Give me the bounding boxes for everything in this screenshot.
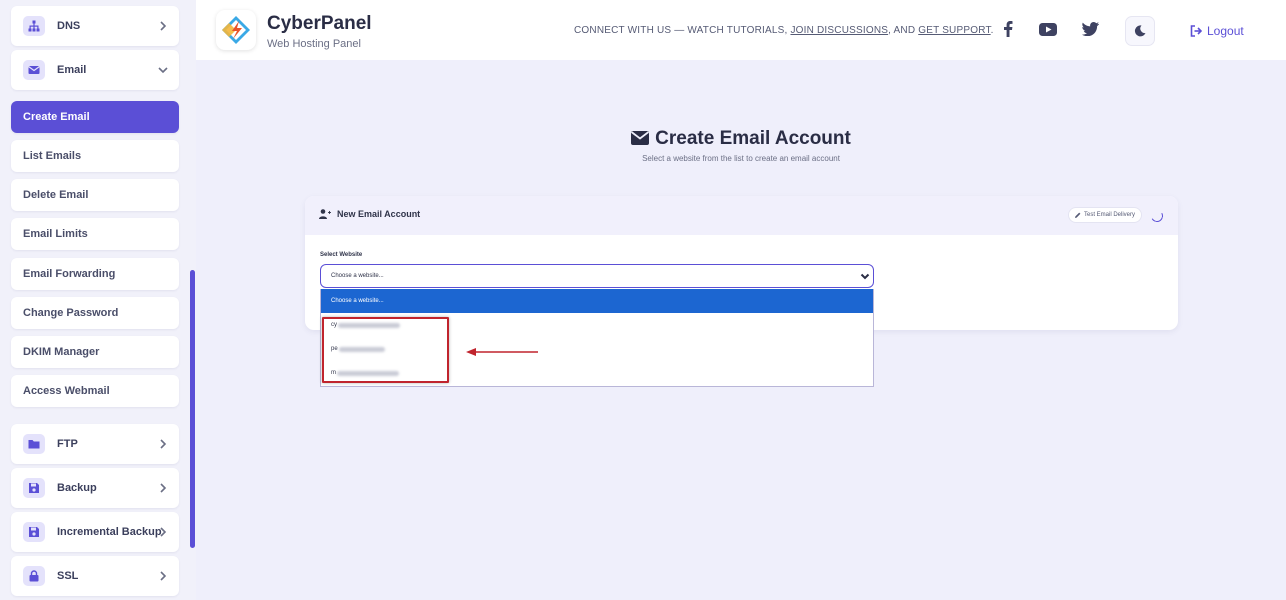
theme-toggle-button[interactable] [1125, 16, 1155, 46]
user-plus-icon [319, 209, 331, 219]
sidebar-item-label: Backup [57, 482, 97, 494]
cyberpanel-logo[interactable] [216, 10, 256, 50]
sidebar-item-create-email[interactable]: Create Email [11, 101, 179, 133]
envelope-icon [631, 131, 650, 145]
sidebar-item-delete-email[interactable]: Delete Email [11, 179, 179, 211]
twitter-icon[interactable] [1081, 20, 1099, 38]
save-icon [23, 478, 45, 498]
sidebar-item-label: Incremental Backup [57, 526, 162, 538]
select-current-value: Choose a website... [331, 273, 384, 279]
sidebar-item-ssl[interactable]: SSL [11, 556, 179, 596]
sitemap-icon [23, 16, 45, 36]
card-title: New Email Account [319, 209, 420, 219]
card-title-text: New Email Account [337, 209, 421, 219]
sidebar-item-backup[interactable]: Backup [11, 468, 179, 508]
brand-name: CyberPanel [267, 13, 372, 34]
chevron-right-icon [158, 439, 168, 449]
sidebar-item-list-emails[interactable]: List Emails [11, 140, 179, 172]
sidebar-item-label: SSL [57, 570, 79, 582]
sidebar-item-change-password[interactable]: Change Password [11, 297, 179, 329]
option-label: Choose a website... [331, 298, 384, 304]
sidebar: DNS Email Create Email List Emails Delet… [0, 0, 196, 600]
card-header: New Email Account Test Email Delivery [305, 196, 1178, 235]
get-support-link[interactable]: GET SUPPORT [918, 25, 990, 36]
select-website-dropdown[interactable]: Choose a website... [320, 264, 874, 288]
sidebar-item-label: List Emails [23, 150, 82, 162]
page-title: Create Email Account [196, 128, 1286, 150]
sidebar-item-label: Delete Email [23, 189, 89, 201]
chevron-right-icon [158, 483, 168, 493]
top-header: CyberPanel Web Hosting Panel CONNECT WIT… [196, 0, 1286, 60]
lock-icon [23, 566, 45, 586]
connect-suffix: . [990, 25, 994, 36]
sidebar-item-label: Email [57, 64, 87, 76]
connect-prefix: CONNECT WITH US — WATCH TUTORIALS, [574, 25, 791, 36]
sidebar-item-access-webmail[interactable]: Access Webmail [11, 375, 179, 407]
sidebar-item-dns[interactable]: DNS [11, 6, 179, 46]
sidebar-item-dkim-manager[interactable]: DKIM Manager [11, 336, 179, 368]
sidebar-item-incremental-backup[interactable]: Incremental Backup [11, 512, 179, 552]
chevron-right-icon [158, 527, 168, 537]
chevron-down-icon [860, 271, 870, 281]
sidebar-item-email-forwarding[interactable]: Email Forwarding [11, 258, 179, 290]
facebook-icon[interactable] [999, 20, 1017, 38]
connect-text: CONNECT WITH US — WATCH TUTORIALS, JOIN … [574, 25, 994, 36]
envelope-icon [23, 60, 45, 80]
logout-icon [1190, 25, 1202, 37]
logout-label: Logout [1207, 24, 1244, 38]
sidebar-item-ftp[interactable]: FTP [11, 424, 179, 464]
brand-subtitle: Web Hosting Panel [267, 38, 361, 50]
sidebar-item-label: Change Password [23, 307, 119, 319]
chevron-right-icon [158, 571, 168, 581]
sidebar-item-label: DNS [57, 20, 81, 32]
test-email-delivery-label: Test Email Delivery [1083, 212, 1135, 218]
chevron-right-icon [158, 21, 168, 31]
sidebar-item-label: FTP [57, 438, 78, 450]
join-discussions-link[interactable]: JOIN DISCUSSIONS [790, 25, 888, 36]
sidebar-item-label: Email Limits [23, 228, 88, 240]
youtube-icon[interactable] [1039, 20, 1057, 38]
sidebar-item-email-limits[interactable]: Email Limits [11, 218, 179, 250]
folder-icon [23, 434, 45, 454]
page-title-text: Create Email Account [655, 128, 851, 149]
pencil-icon [1074, 212, 1081, 218]
chevron-down-icon [158, 65, 168, 75]
sidebar-item-label: Create Email [23, 111, 90, 123]
annotation-highlight-box [322, 317, 449, 383]
loading-spinner [1149, 208, 1165, 224]
sidebar-item-email[interactable]: Email [11, 50, 179, 90]
sidebar-item-label: Email Forwarding [23, 268, 116, 280]
sidebar-item-label: DKIM Manager [23, 346, 100, 358]
page-subtitle: Select a website from the list to create… [642, 154, 840, 163]
select-website-label: Select Website [320, 252, 363, 258]
connect-mid: , AND [888, 25, 919, 36]
sidebar-scrollbar[interactable] [190, 270, 195, 548]
dropdown-option[interactable]: Choose a website... [321, 289, 873, 313]
sidebar-item-label: Access Webmail [23, 385, 110, 397]
test-email-delivery-button[interactable]: Test Email Delivery [1068, 208, 1141, 222]
annotation-arrow-icon [466, 348, 538, 356]
logout-button[interactable]: Logout [1190, 24, 1244, 38]
save-icon [23, 522, 45, 542]
moon-icon [1134, 25, 1146, 37]
